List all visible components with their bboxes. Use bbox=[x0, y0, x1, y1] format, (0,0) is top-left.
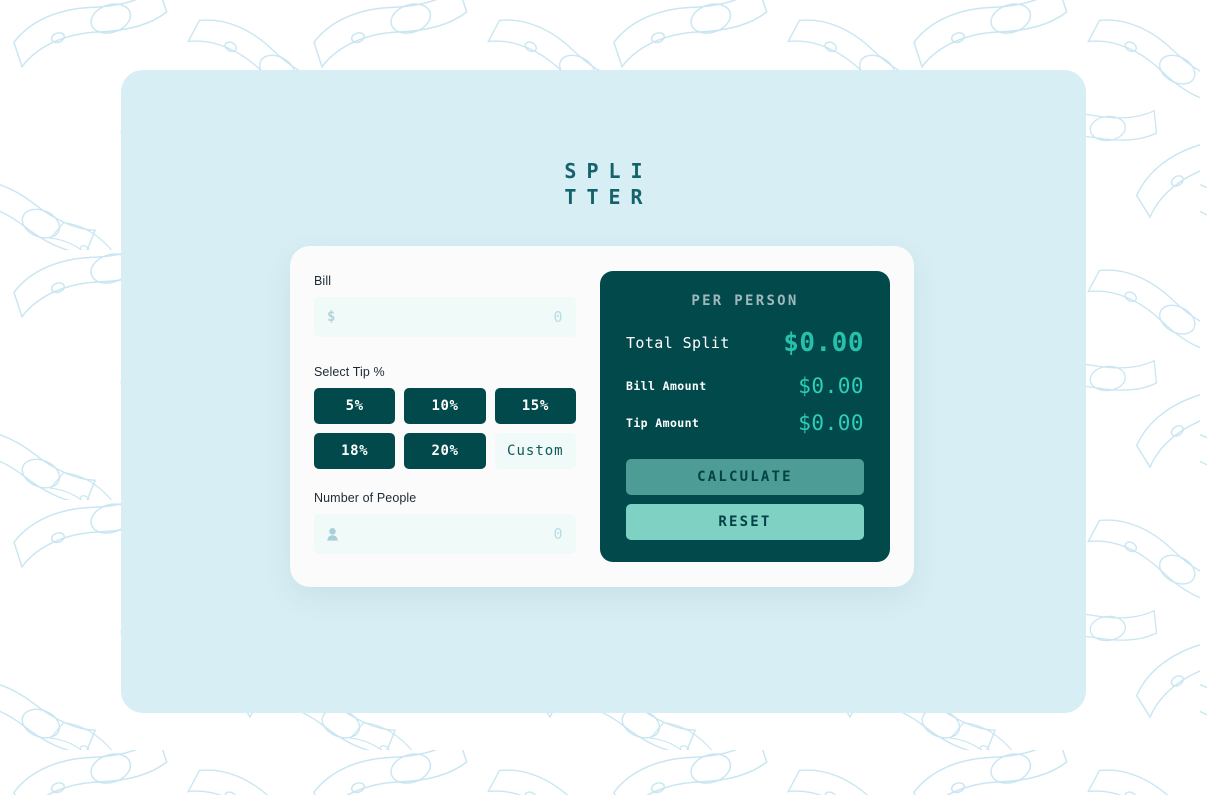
person-icon bbox=[327, 527, 338, 541]
tip-field-group: Select Tip % 5% 10% 15% 18% 20% Custom bbox=[314, 365, 576, 469]
bill-input-value: 0 bbox=[553, 308, 563, 326]
input-column: Bill $ 0 Select Tip % 5% 10% 15% 18% 20%… bbox=[314, 271, 576, 562]
tip-amount-value: $0.00 bbox=[798, 411, 864, 435]
logo-line-2: TTER bbox=[564, 185, 653, 209]
logo-line-1: SPLI bbox=[564, 159, 653, 183]
people-input[interactable]: 0 bbox=[314, 514, 576, 554]
bill-amount-label: Bill Amount bbox=[626, 379, 707, 393]
per-person-heading: PER PERSON bbox=[691, 293, 799, 309]
tip-button-20[interactable]: 20% bbox=[404, 433, 486, 469]
tip-label: Select Tip % bbox=[314, 365, 385, 379]
bill-field-group: Bill $ 0 bbox=[314, 274, 576, 337]
reset-button[interactable]: RESET bbox=[626, 504, 864, 540]
tip-amount-label: Tip Amount bbox=[626, 416, 700, 430]
panel-actions: CALCULATE RESET bbox=[626, 459, 864, 540]
total-split-row: Total Split $0.00 bbox=[626, 328, 864, 358]
bill-label: Bill bbox=[314, 274, 332, 288]
people-field-group: Number of People 0 bbox=[314, 491, 576, 554]
calculator-panel: Bill $ 0 Select Tip % 5% 10% 15% 18% 20%… bbox=[290, 246, 914, 587]
dollar-icon: $ bbox=[327, 309, 336, 325]
calculate-button[interactable]: CALCULATE bbox=[626, 459, 864, 495]
total-split-value: $0.00 bbox=[783, 328, 864, 358]
total-split-label: Total Split bbox=[626, 334, 730, 352]
tip-button-18[interactable]: 18% bbox=[314, 433, 396, 469]
tip-options-grid: 5% 10% 15% 18% 20% Custom bbox=[314, 388, 576, 469]
people-input-value: 0 bbox=[553, 525, 563, 543]
people-label: Number of People bbox=[314, 491, 417, 505]
tip-button-10[interactable]: 10% bbox=[404, 388, 486, 424]
app-card: SPLI TTER Bill $ 0 Select Tip % 5% 10% 1… bbox=[121, 70, 1086, 713]
bill-amount-value: $0.00 bbox=[798, 374, 864, 398]
tip-amount-row: Tip Amount $0.00 bbox=[626, 411, 864, 435]
tip-button-custom[interactable]: Custom bbox=[494, 433, 576, 469]
results-panel: PER PERSON Total Split $0.00 Bill Amount… bbox=[600, 271, 890, 562]
bill-amount-row: Bill Amount $0.00 bbox=[626, 374, 864, 398]
tip-button-15[interactable]: 15% bbox=[494, 388, 576, 424]
bill-input[interactable]: $ 0 bbox=[314, 297, 576, 337]
tip-button-5[interactable]: 5% bbox=[314, 388, 396, 424]
app-logo: SPLI TTER bbox=[121, 158, 1086, 210]
